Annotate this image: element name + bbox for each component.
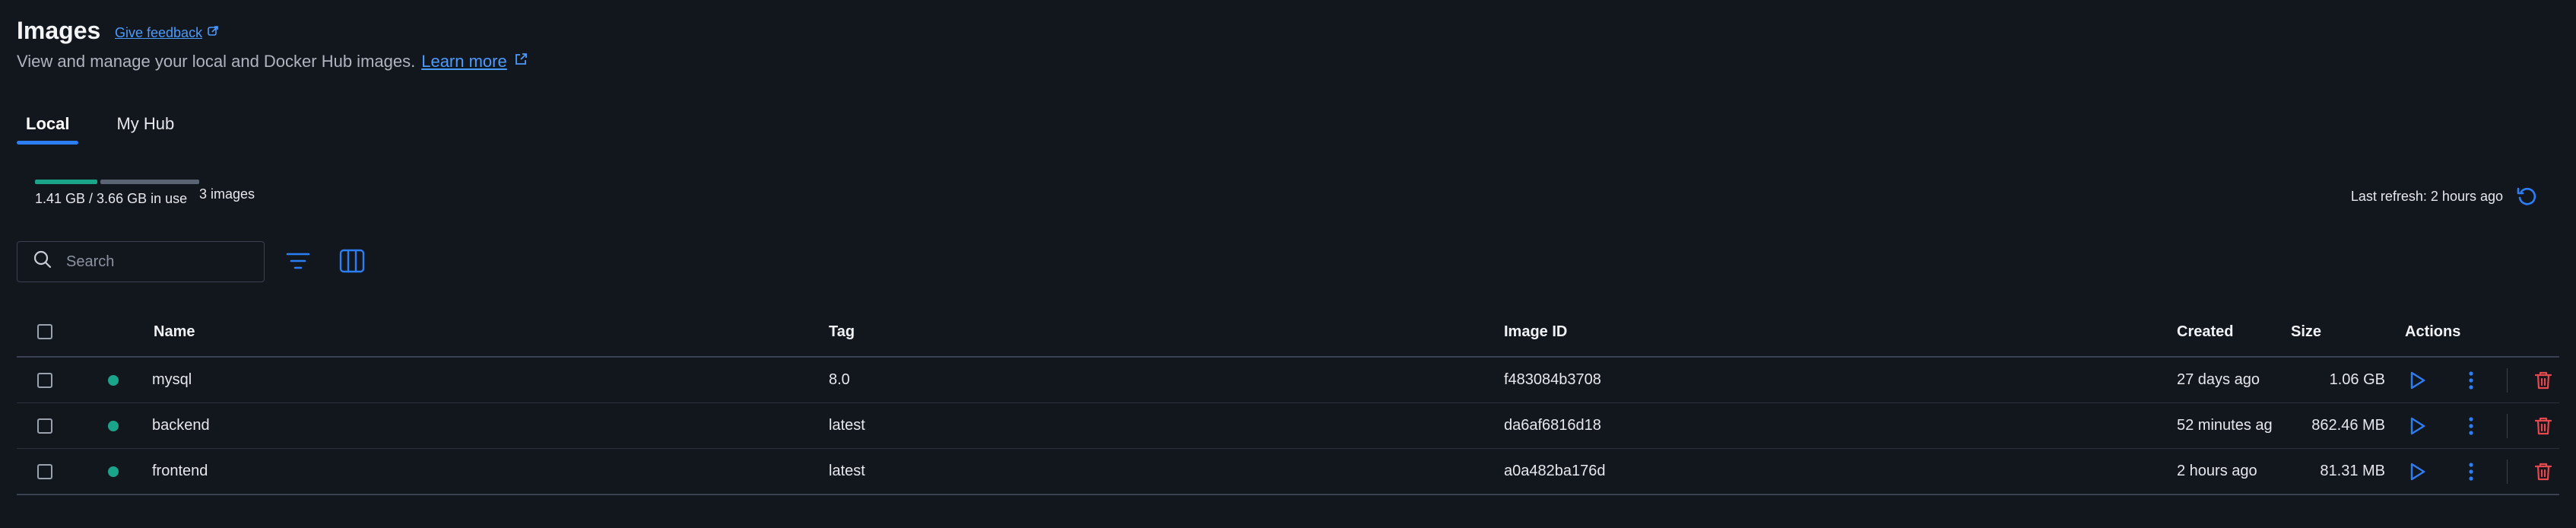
status-cell [108, 357, 152, 403]
column-header-size[interactable]: Size [2291, 307, 2405, 358]
search-icon [33, 250, 52, 274]
row-select-cell [17, 448, 108, 495]
run-button[interactable] [2405, 414, 2429, 438]
refresh-icon[interactable] [2515, 185, 2538, 208]
in-use-status-dot [108, 374, 119, 386]
image-created: 52 minutes ag [2177, 402, 2291, 449]
column-header-name[interactable]: Name [152, 307, 829, 358]
give-feedback-label: Give feedback [115, 25, 203, 40]
run-button[interactable] [2405, 460, 2429, 484]
subtitle-text: View and manage your local and Docker Hu… [17, 52, 416, 71]
in-use-status-dot [108, 466, 119, 477]
row-checkbox[interactable] [37, 418, 52, 434]
image-tag: latest [829, 402, 1504, 449]
row-checkbox[interactable] [37, 463, 52, 479]
play-icon [2410, 417, 2425, 434]
image-tag: 8.0 [829, 357, 1504, 403]
images-count: 3 images [199, 186, 255, 202]
filter-button[interactable] [283, 248, 313, 277]
kebab-menu-icon [2469, 416, 2473, 435]
kebab-menu-icon [2469, 462, 2473, 481]
status-cell [108, 402, 152, 449]
more-actions-button[interactable] [2459, 460, 2483, 484]
run-button[interactable] [2405, 368, 2429, 393]
actions-cell [2405, 448, 2559, 495]
table-row[interactable]: frontend latest a0a482ba176d 2 hours ago… [17, 448, 2559, 495]
image-created: 2 hours ago [2177, 448, 2291, 495]
status-column-header [108, 307, 152, 358]
row-select-cell [17, 402, 108, 449]
actions-cell [2405, 357, 2559, 403]
image-tag: latest [829, 448, 1504, 495]
images-table: Name Tag Image ID Created Size Actions m… [17, 307, 2559, 495]
column-header-tag[interactable]: Tag [829, 307, 1504, 358]
select-all-checkbox[interactable] [37, 324, 52, 340]
actions-divider [2507, 367, 2508, 393]
columns-icon [339, 249, 365, 277]
learn-more-link[interactable]: Learn more [421, 52, 528, 72]
refresh-status: Last refresh: 2 hours ago [2351, 185, 2538, 208]
filter-icon [286, 251, 310, 275]
image-name[interactable]: backend [152, 402, 829, 449]
tab-my-hub[interactable]: My Hub [107, 114, 183, 145]
image-size: 81.31 MB [2291, 448, 2405, 495]
actions-cell [2405, 402, 2559, 449]
play-icon [2410, 371, 2425, 389]
row-checkbox[interactable] [37, 372, 52, 388]
page-subtitle: View and manage your local and Docker Hu… [17, 52, 528, 72]
column-header-actions: Actions [2405, 307, 2559, 358]
last-refresh-label: Last refresh: 2 hours ago [2350, 188, 2503, 204]
trash-icon [2535, 371, 2552, 389]
table-row[interactable]: backend latest da6af6816d18 52 minutes a… [17, 402, 2559, 449]
trash-icon [2535, 417, 2552, 434]
more-actions-button[interactable] [2459, 414, 2483, 438]
disk-usage-bar [35, 180, 199, 184]
in-use-status-dot [108, 420, 119, 431]
learn-more-label: Learn more [421, 52, 507, 71]
image-created: 27 days ago [2177, 357, 2291, 403]
give-feedback-link[interactable]: Give feedback [115, 25, 219, 41]
column-header-created[interactable]: Created [2177, 307, 2291, 358]
delete-button[interactable] [2531, 414, 2555, 438]
disk-usage-used-segment [35, 180, 97, 184]
image-name[interactable]: mysql [152, 357, 829, 403]
select-all-cell [17, 307, 108, 358]
search-input[interactable] [65, 252, 250, 272]
actions-divider [2507, 413, 2508, 438]
tab-local[interactable]: Local [17, 114, 79, 145]
play-icon [2410, 463, 2425, 480]
delete-button[interactable] [2531, 460, 2555, 484]
trash-icon [2535, 463, 2552, 480]
status-cell [108, 448, 152, 495]
external-link-icon [513, 52, 528, 72]
kebab-menu-icon [2469, 371, 2473, 390]
image-id: da6af6816d18 [1504, 402, 2177, 449]
table-header-row: Name Tag Image ID Created Size Actions [17, 307, 2559, 358]
actions-divider [2507, 459, 2508, 484]
image-id: f483084b3708 [1504, 357, 2177, 403]
table-row[interactable]: mysql 8.0 f483084b3708 27 days ago 1.06 … [17, 357, 2559, 403]
row-select-cell [17, 357, 108, 403]
column-header-image-id[interactable]: Image ID [1504, 307, 2177, 358]
delete-button[interactable] [2531, 368, 2555, 393]
image-size: 862.46 MB [2291, 402, 2405, 449]
image-id: a0a482ba176d [1504, 448, 2177, 495]
external-feedback-icon [207, 25, 219, 41]
search-box [17, 241, 265, 282]
disk-usage-free-segment [100, 180, 199, 184]
columns-button[interactable] [337, 248, 367, 277]
tab-bar: Local My Hub [17, 114, 183, 145]
page-title: Images [17, 17, 101, 44]
image-name[interactable]: frontend [152, 448, 829, 495]
disk-usage-text: 1.41 GB / 3.66 GB in use [35, 191, 188, 206]
image-size: 1.06 GB [2291, 357, 2405, 403]
more-actions-button[interactable] [2459, 368, 2483, 393]
